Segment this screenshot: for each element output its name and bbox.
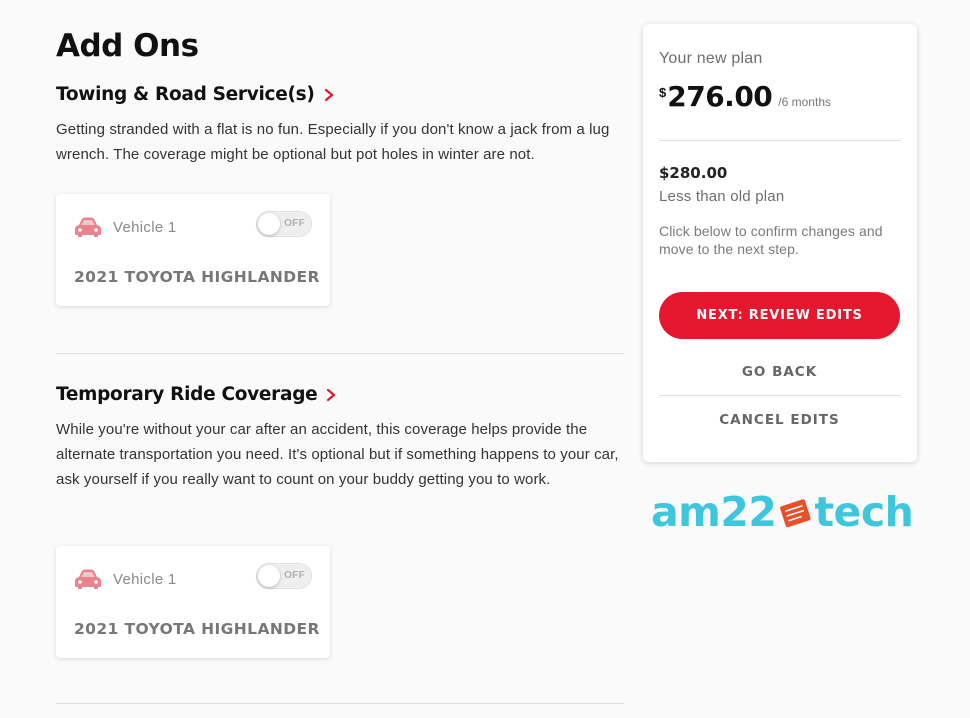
price-comparison: Less than old plan xyxy=(659,188,785,205)
section-divider xyxy=(56,703,624,704)
new-plan-price: $ 276.00 /6 months xyxy=(659,80,831,113)
vehicle-name: 2021 TOYOTA HIGHLANDER xyxy=(74,268,320,286)
watermark-logo: am22 tech xyxy=(651,488,914,536)
coverage-toggle[interactable]: OFF xyxy=(256,211,312,237)
confirm-instructions: Click below to confirm changes and move … xyxy=(659,223,883,257)
toggle-knob xyxy=(258,213,280,235)
go-back-button[interactable]: GO BACK xyxy=(659,364,900,380)
section-heading-label: Temporary Ride Coverage xyxy=(56,384,318,405)
vehicle-header: Vehicle 1 xyxy=(73,216,177,238)
panel-divider xyxy=(659,395,901,396)
addon-section-temporary-ride: Temporary Ride Coverage While you're wit… xyxy=(56,384,624,492)
plan-label: Your new plan xyxy=(659,50,763,67)
cancel-edits-button[interactable]: CANCEL EDITS xyxy=(659,412,900,428)
plan-summary-panel: Your new plan $ 276.00 /6 months $280.00… xyxy=(643,24,917,462)
car-icon xyxy=(75,217,101,237)
watermark-text-right: tech xyxy=(814,488,914,536)
toggle-state-text: OFF xyxy=(284,570,305,581)
price-currency: $ xyxy=(659,85,667,100)
vehicle-card: Vehicle 1 OFF 2021 TOYOTA HIGHLANDER xyxy=(56,546,330,658)
section-heading-temporary-ride[interactable]: Temporary Ride Coverage xyxy=(56,384,624,405)
panel-divider xyxy=(659,140,901,141)
watermark-text-left: am22 xyxy=(651,488,777,536)
page: Add Ons Towing & Road Service(s) Getting… xyxy=(0,0,970,718)
section-heading-towing[interactable]: Towing & Road Service(s) xyxy=(56,84,624,105)
vehicle-name: 2021 TOYOTA HIGHLANDER xyxy=(74,620,320,638)
car-icon xyxy=(75,569,101,589)
vehicle-card: Vehicle 1 OFF 2021 TOYOTA HIGHLANDER xyxy=(56,194,330,306)
vehicle-label: Vehicle 1 xyxy=(113,218,177,236)
section-divider xyxy=(56,353,624,354)
toggle-state-text: OFF xyxy=(284,218,305,229)
price-period: /6 months xyxy=(778,95,831,109)
addon-section-towing: Towing & Road Service(s) Getting strande… xyxy=(56,84,624,167)
page-title: Add Ons xyxy=(56,28,199,64)
price-amount: 276.00 xyxy=(667,80,773,113)
vehicle-header: Vehicle 1 xyxy=(73,568,177,590)
section-description: Getting stranded with a flat is no fun. … xyxy=(56,121,610,163)
chevron-right-icon xyxy=(324,88,333,101)
chevron-right-icon xyxy=(327,388,336,401)
coverage-toggle[interactable]: OFF xyxy=(256,563,312,589)
next-review-edits-button[interactable]: NEXT: REVIEW EDITS xyxy=(659,292,900,339)
pencil-note-icon xyxy=(780,499,812,528)
section-description: While you're without your car after an a… xyxy=(56,421,619,488)
vehicle-label: Vehicle 1 xyxy=(113,570,177,588)
toggle-knob xyxy=(258,565,280,587)
old-plan-price: $280.00 xyxy=(659,164,728,182)
section-heading-label: Towing & Road Service(s) xyxy=(56,84,315,105)
